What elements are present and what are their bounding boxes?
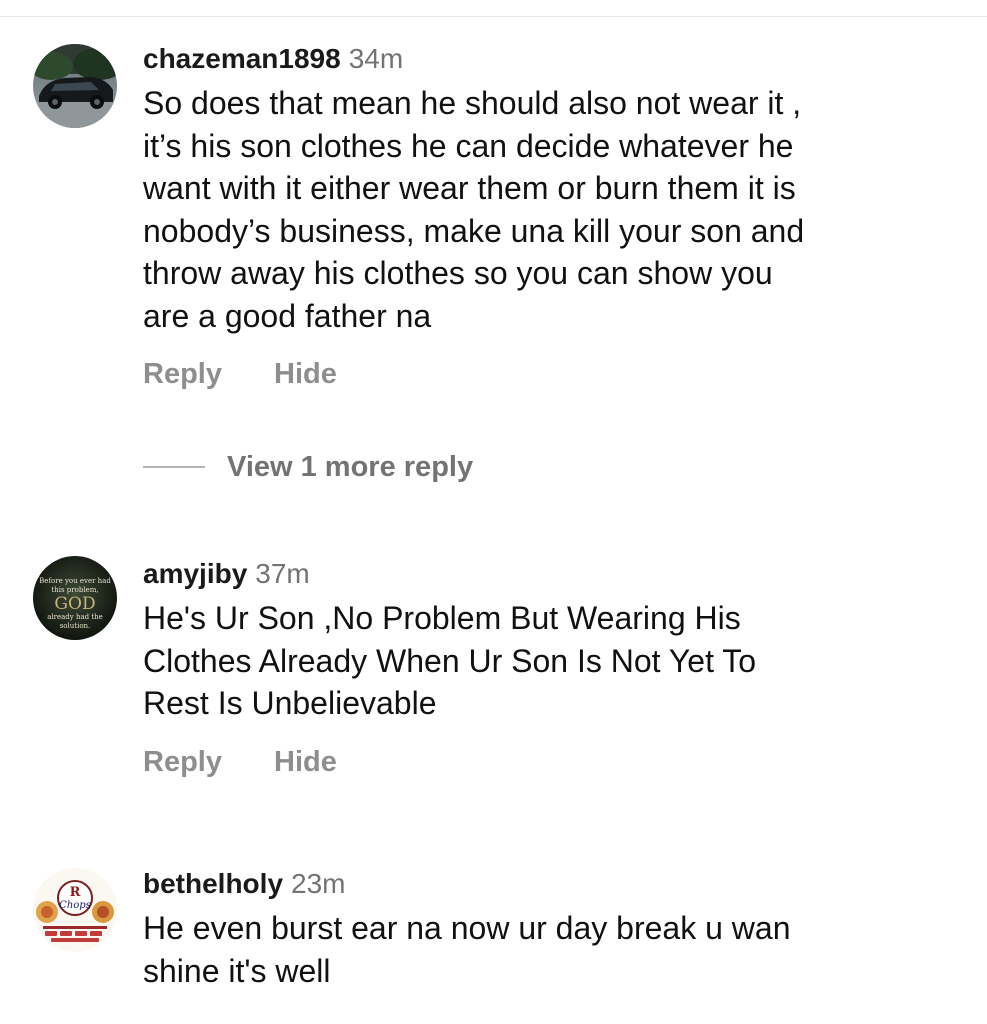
username[interactable]: chazeman1898 xyxy=(143,43,341,74)
comment-text-line: nobody’s business, make una kill your so… xyxy=(143,212,805,249)
avatar[interactable]: R Chops xyxy=(33,868,117,952)
reply-button[interactable]: Reply xyxy=(143,358,222,391)
timestamp: 23m xyxy=(291,868,346,899)
username[interactable]: amyjiby xyxy=(143,558,247,589)
comment-actions: Reply Hide xyxy=(143,358,963,391)
avatar-quote-line: already had the xyxy=(47,613,103,621)
comment-text-line: He even burst ear na now ur day break u … xyxy=(143,910,791,946)
comment-meta: chazeman1898 34m xyxy=(143,42,963,76)
timestamp: 37m xyxy=(255,558,310,589)
comment-meta: amyjiby 37m xyxy=(143,557,963,591)
comment-body: amyjiby 37m He's Ur Son ,No Problem But W… xyxy=(143,557,963,779)
view-more-replies-button[interactable]: View 1 more reply xyxy=(143,450,473,484)
hide-button[interactable]: Hide xyxy=(274,358,337,391)
comment-text: He's Ur Son ,No Problem But Wearing His … xyxy=(143,597,963,725)
avatar-quote-line: solution. xyxy=(60,622,91,630)
comment-text-line: He's Ur Son ,No Problem But Wearing His xyxy=(143,600,741,636)
view-more-label: View 1 more reply xyxy=(227,450,474,483)
comment-text-line: it’s his son clothes he can decide whate… xyxy=(143,127,794,164)
avatar-logo-text: Chops xyxy=(59,900,91,911)
top-divider xyxy=(0,16,987,17)
avatar-quote-line: this problem, xyxy=(51,586,98,594)
comment-text: So does that mean he should also not wea… xyxy=(143,82,963,337)
quote-image-avatar: Before you ever had this problem, GOD al… xyxy=(33,556,117,640)
car-photo-avatar xyxy=(33,44,117,128)
username[interactable]: bethelholy xyxy=(143,868,283,899)
comment-body: bethelholy 23m He even burst ear na now u… xyxy=(143,867,963,992)
timestamp: 34m xyxy=(348,43,404,74)
comment-text-line: throw away his clothes so you can show y… xyxy=(143,255,773,291)
avatar[interactable] xyxy=(33,44,117,128)
comment-text-line: So does that mean he should also not wea… xyxy=(143,85,802,121)
comment-text-line: want with it either wear them or burn th… xyxy=(143,170,796,206)
view-more-line xyxy=(143,466,205,468)
comment-text-line: Clothes Already When Ur Son Is Not Yet T… xyxy=(143,642,757,679)
avatar-logo-letter: R xyxy=(70,885,81,900)
reply-button[interactable]: Reply xyxy=(143,746,222,779)
avatar[interactable]: Before you ever had this problem, GOD al… xyxy=(33,556,117,640)
comment-actions: Reply Hide xyxy=(143,746,963,779)
comment-text-line: shine it's well xyxy=(143,952,331,989)
hide-button[interactable]: Hide xyxy=(274,746,337,779)
comment-text: He even burst ear na now ur day break u … xyxy=(143,907,963,992)
comment-body: chazeman1898 34m So does that mean he sho… xyxy=(143,42,963,391)
comment-text-line: are a good father na xyxy=(143,297,432,334)
comment-meta: bethelholy 23m xyxy=(143,867,963,901)
comment-text-line: Rest Is Unbelievable xyxy=(143,685,437,721)
avatar-quote-line: Before you ever had xyxy=(39,577,111,585)
food-logo-avatar: R Chops xyxy=(33,868,117,952)
avatar-quote-line: GOD xyxy=(54,594,95,614)
